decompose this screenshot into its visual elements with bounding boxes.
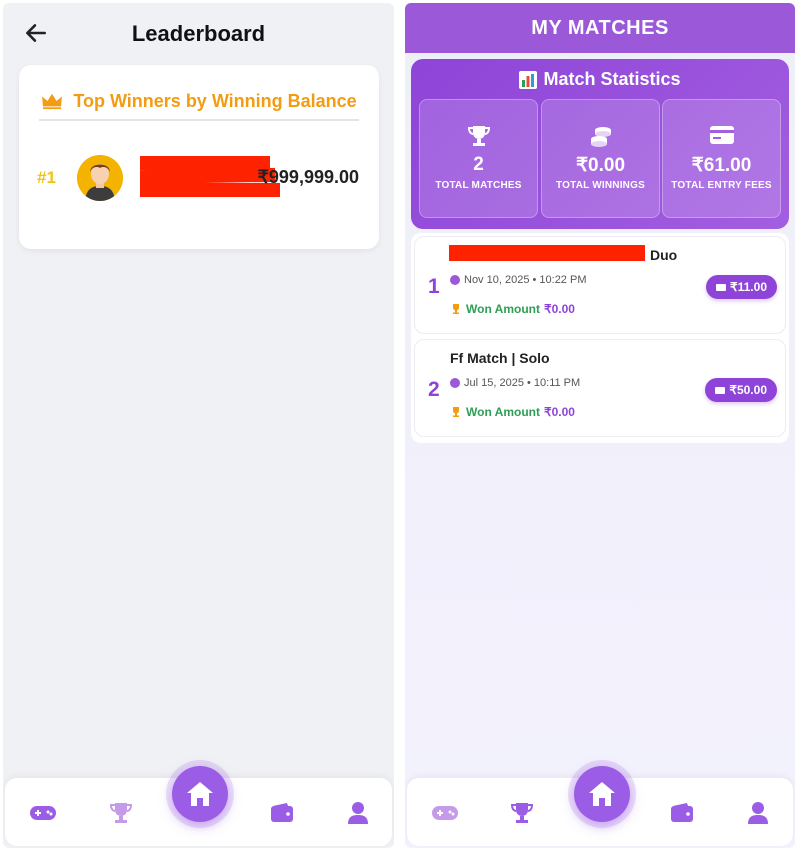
won-label: Won Amount — [466, 405, 540, 419]
crown-icon — [42, 93, 63, 110]
page-title: Leaderboard — [131, 21, 266, 46]
trophy-icon — [109, 803, 133, 823]
nav-profile[interactable] — [343, 798, 373, 828]
ticket-icon — [715, 283, 726, 291]
ticket-icon — [715, 386, 726, 394]
redacted-name — [140, 167, 275, 185]
trophy-icon — [453, 304, 459, 314]
nav-wallet[interactable] — [267, 798, 297, 828]
trophy-icon — [453, 407, 459, 417]
match-item[interactable]: 1 Duo Nov 10, 2025 • 10:22 PM Won Amount… — [414, 236, 786, 334]
stats-title-row: Match Statistics — [411, 69, 789, 90]
clock-icon — [450, 378, 460, 388]
winning-balance: ₹999,999.00 — [257, 167, 359, 187]
match-date-text: Nov 10, 2025 • 10:22 PM — [464, 274, 587, 286]
leaderboard-header: Leaderboard — [3, 3, 394, 61]
stat-label: TOTAL ENTRY FEES — [671, 180, 772, 191]
stats-title: Match Statistics — [543, 69, 681, 89]
won-amount: Won Amount ₹0.00 — [450, 302, 575, 316]
bar-chart-icon — [519, 70, 538, 89]
credit-card-icon — [709, 126, 734, 144]
match-index: 1 — [428, 275, 440, 298]
trophy-icon — [510, 803, 534, 823]
home-icon — [187, 782, 213, 806]
nav-leaderboard[interactable] — [106, 798, 136, 828]
page-title: MY MATCHES — [531, 17, 669, 39]
won-label: Won Amount — [466, 302, 540, 316]
entry-fee-value: ₹50.00 — [729, 383, 767, 397]
nav-leaderboard[interactable] — [507, 798, 537, 828]
home-icon — [589, 782, 615, 806]
gamepad-icon — [432, 806, 458, 820]
entry-fee-value: ₹11.00 — [729, 280, 767, 294]
top-winners-card: Top Winners by Winning Balance #1 ₹999,9… — [19, 65, 379, 249]
wallet-icon — [671, 803, 693, 822]
user-icon — [748, 802, 768, 824]
match-list: 1 Duo Nov 10, 2025 • 10:22 PM Won Amount… — [411, 233, 789, 443]
leaderboard-row[interactable]: #1 ₹999,999.00 — [37, 153, 359, 203]
stat-total-matches: 2 TOTAL MATCHES — [419, 99, 538, 218]
match-date: Nov 10, 2025 • 10:22 PM — [450, 274, 586, 286]
coins-icon — [590, 127, 611, 147]
stat-total-winnings: ₹0.00 TOTAL WINNINGS — [541, 99, 660, 218]
person-avatar-icon — [77, 155, 123, 201]
stat-value: ₹0.00 — [575, 155, 626, 176]
match-item[interactable]: 2 Ff Match | Solo Jul 15, 2025 • 10:11 P… — [414, 339, 786, 437]
stat-label: TOTAL MATCHES — [435, 180, 522, 191]
card-header: Top Winners by Winning Balance — [39, 83, 359, 121]
match-title-suffix: Duo — [650, 247, 678, 263]
gamepad-icon — [30, 806, 56, 820]
bottom-navbar — [5, 766, 392, 846]
card-title: Top Winners by Winning Balance — [73, 90, 357, 111]
user-icon — [348, 802, 368, 824]
clock-icon — [450, 275, 460, 285]
match-date: Jul 15, 2025 • 10:11 PM — [450, 377, 580, 389]
my-matches-screen: MY MATCHES Match Statistics 2 TOTAL MATC… — [405, 3, 795, 848]
entry-fee-badge: ₹11.00 — [705, 275, 777, 299]
bottom-navbar — [407, 766, 793, 846]
nav-profile[interactable] — [743, 798, 773, 828]
match-date-text: Jul 15, 2025 • 10:11 PM — [464, 377, 581, 389]
match-statistics-panel: Match Statistics 2 TOTAL MATCHES ₹0.00 T… — [411, 59, 789, 229]
match-title: Ff Match | Solo — [450, 350, 550, 366]
rank-number: #1 — [37, 168, 56, 187]
entry-fee-badge: ₹50.00 — [705, 378, 777, 402]
home-button[interactable] — [574, 766, 630, 822]
trophy-icon — [467, 126, 490, 146]
stat-total-entry-fees: ₹61.00 TOTAL ENTRY FEES — [662, 99, 781, 218]
stat-label: TOTAL WINNINGS — [556, 180, 645, 191]
won-amount: Won Amount ₹0.00 — [450, 405, 575, 419]
won-value: ₹0.00 — [543, 405, 575, 419]
stat-value: 2 — [473, 154, 484, 175]
nav-wallet[interactable] — [667, 798, 697, 828]
won-value: ₹0.00 — [543, 302, 575, 316]
nav-games[interactable] — [430, 798, 460, 828]
nav-games[interactable] — [28, 798, 58, 828]
wallet-icon — [271, 803, 293, 822]
redacted-match-title — [449, 245, 645, 261]
my-matches-header: MY MATCHES — [405, 3, 795, 53]
stat-value: ₹61.00 — [691, 155, 752, 176]
avatar — [77, 155, 123, 201]
leaderboard-screen: Leaderboard Top Winners by Winning Balan… — [3, 3, 394, 848]
match-index: 2 — [428, 378, 440, 401]
home-button[interactable] — [172, 766, 228, 822]
